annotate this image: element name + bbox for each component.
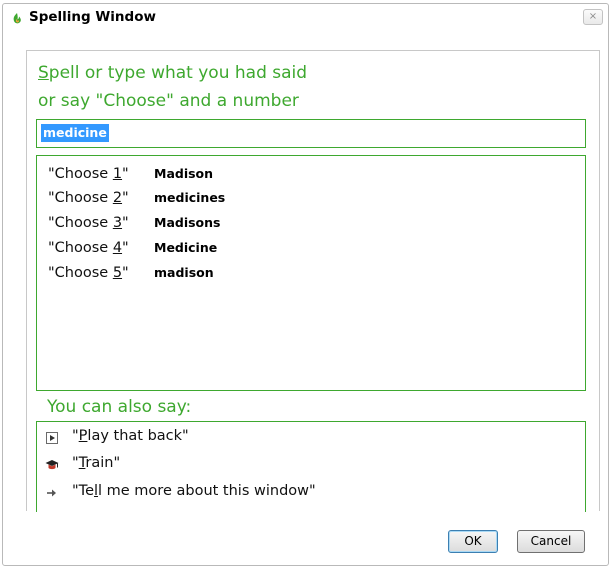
choice-label: "Choose 2" [48,190,129,206]
prompt-line-1-text: pell or type what you had said [48,63,308,83]
spell-input-selected-text: medicine [41,124,109,142]
also-item-text: "Tell me more about this window" [72,483,316,499]
ok-button[interactable]: OK [448,530,498,553]
choice-label: "Choose 3" [48,215,129,231]
choice-word: Madison [154,166,214,181]
prompt-line-2: or say "Choose" and a number [38,91,299,111]
also-say-list: "Play that back" "Train" "Tell me more a… [36,421,586,512]
title-bar: Spelling Window × [2,3,609,31]
play-icon [46,432,58,444]
prompt-accesskey: S [38,63,49,83]
also-item-text: "Play that back" [72,428,189,444]
close-button[interactable]: × [583,9,603,25]
choice-word: Medicine [154,240,218,255]
also-item-text: "Train" [72,455,121,471]
window-title: Spelling Window [29,9,156,25]
arrow-right-icon [47,489,56,497]
choice-label: "Choose 1" [48,166,129,182]
cancel-button[interactable]: Cancel [517,530,585,553]
choice-item-5[interactable]: "Choose 5" madison [48,262,214,284]
choice-item-1[interactable]: "Choose 1" Madison [48,163,213,185]
choice-label: "Choose 5" [48,265,129,281]
choice-item-3[interactable]: "Choose 3" Madisons [48,212,220,234]
close-icon: × [588,11,598,22]
choice-word: Madisons [154,215,221,230]
choice-word: madison [154,265,214,280]
choice-label: "Choose 4" [48,240,129,256]
choices-list: "Choose 1" Madison "Choose 2" medicines … [36,155,586,391]
choice-word: medicines [154,190,226,205]
prompt-line-1: Spell or type what you had said [38,63,307,83]
choice-item-2[interactable]: "Choose 2" medicines [48,187,225,209]
dragon-flame-icon [13,13,21,24]
graduation-cap-icon [45,460,59,470]
choice-item-4[interactable]: "Choose 4" Medicine [48,237,217,259]
spell-input[interactable]: medicine [36,119,586,148]
also-say-heading: You can also say: [47,397,192,417]
